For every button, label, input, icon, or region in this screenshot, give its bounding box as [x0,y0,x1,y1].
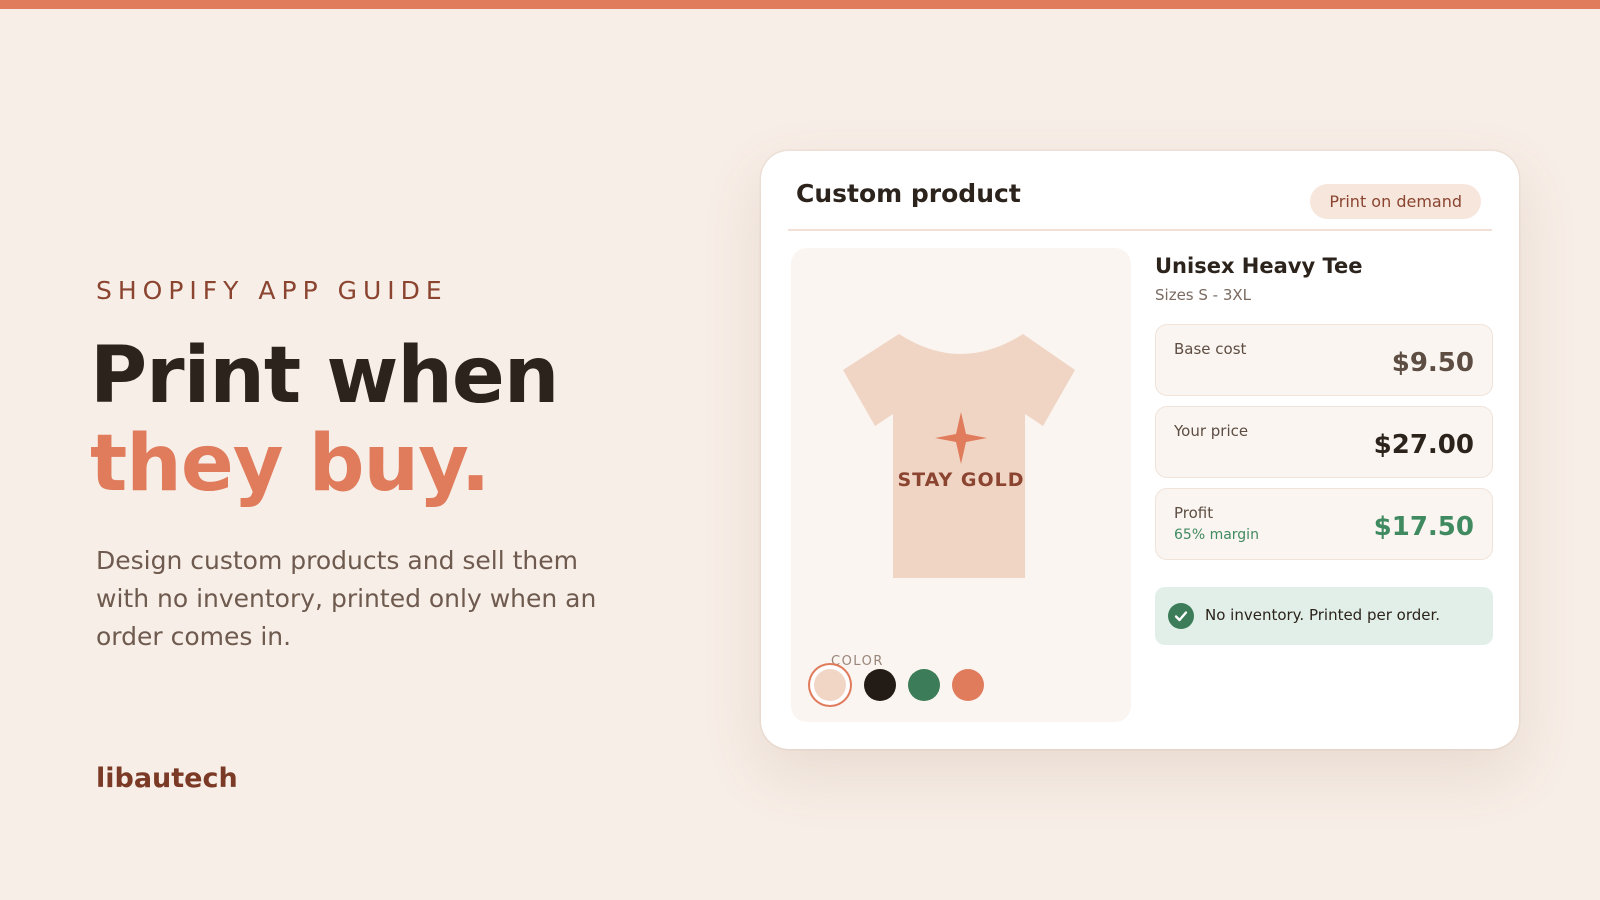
product-sizes: Sizes S - 3XL [1155,286,1252,304]
base-cost-label: Base cost [1174,340,1247,358]
color-label: COLOR [831,654,884,669]
product-name: Unisex Heavy Tee [1155,254,1363,278]
your-price-value: $27.00 [1373,430,1474,460]
notice-text: No inventory. Printed per order. [1205,606,1441,624]
card-divider [788,229,1492,231]
shirt-print-text: STAY GOLD [897,469,1024,491]
profit-box: Profit 65% margin $17.50 [1155,488,1493,560]
brand-logo: libautech [96,763,238,794]
card-title: Custom product [796,179,1021,208]
profit-label: Profit [1174,504,1214,522]
swatch-black[interactable] [864,669,896,701]
profit-margin: 65% margin [1174,527,1259,543]
headline: Print when they buy. [90,331,559,509]
headline-line-1: Print when [90,331,559,421]
tshirt-mockup: STAY GOLD [843,334,1075,578]
swatch-peach[interactable] [814,669,846,701]
hero-description: Design custom products and sell them wit… [96,546,597,651]
print-on-demand-badge: Print on demand [1310,184,1481,219]
product-info: Unisex Heavy Tee Sizes S - 3XL Base cost… [1155,248,1495,645]
top-accent-bar [0,0,1600,9]
profit-value: $17.50 [1373,512,1474,542]
swatch-green[interactable] [908,669,940,701]
base-cost-value: $9.50 [1391,348,1474,378]
product-preview: STAY GOLD COLOR [791,248,1131,722]
your-price-box[interactable]: Your price $27.00 [1155,406,1493,478]
color-swatches [808,669,996,701]
base-cost-box: Base cost $9.50 [1155,324,1493,396]
swatch-coral[interactable] [952,669,984,701]
eyebrow-label: SHOPIFY APP GUIDE [96,276,448,305]
your-price-label: Your price [1174,422,1249,440]
no-inventory-notice: No inventory. Printed per order. [1155,587,1493,645]
headline-line-2: they buy. [90,419,490,509]
check-circle-icon [1168,603,1194,629]
product-card: Custom product Print on demand STAY GOLD… [761,151,1519,749]
